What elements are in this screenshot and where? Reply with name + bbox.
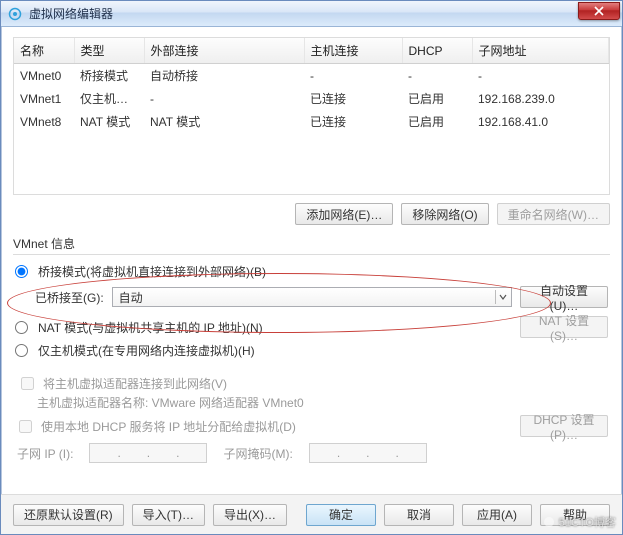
vmnet-info-group: 桥接模式(将虚拟机直接连接到外部网络)(B) 已桥接至(G): 自动 自动设置(… [13,254,610,469]
bridge-mode-radio[interactable] [15,265,28,278]
rename-network-button: 重命名网络(W)… [497,203,610,225]
window-title: 虚拟网络编辑器 [29,5,578,22]
col-host[interactable]: 主机连接 [304,38,402,64]
content-area: 名称 类型 外部连接 主机连接 DHCP 子网地址 VMnet0 桥接模式 自动… [1,27,622,534]
ok-button[interactable]: 确定 [306,504,376,526]
subnet-ip-label: 子网 IP (I): [17,445,73,462]
use-dhcp-checkbox [19,420,32,433]
bridge-to-value: 自动 [119,289,143,306]
nat-mode-radio[interactable] [15,321,28,334]
close-icon [594,6,604,16]
app-icon [7,6,23,22]
dialog-footer: 还原默认设置(R) 导入(T)… 导出(X)… 确定 取消 应用(A) 帮助 [1,494,622,534]
import-button[interactable]: 导入(T)… [132,504,205,526]
bridge-mode-label: 桥接模式(将虚拟机直接连接到外部网络)(B) [38,263,266,280]
watermark-icon [543,516,555,528]
window-close-button[interactable] [578,2,620,20]
network-table[interactable]: 名称 类型 外部连接 主机连接 DHCP 子网地址 VMnet0 桥接模式 自动… [13,37,610,195]
use-dhcp-label: 使用本地 DHCP 服务将 IP 地址分配给虚拟机(D) [41,418,296,435]
cell: 仅主机… [74,87,144,110]
remove-network-button[interactable]: 移除网络(O) [401,203,488,225]
watermark: 51CTO博客 [543,514,616,530]
bridge-to-label: 已桥接至(G): [35,289,104,306]
table-row[interactable]: VMnet8 NAT 模式 NAT 模式 已连接 已启用 192.168.41.… [14,110,609,133]
subnet-row: 子网 IP (I): ... 子网掩码(M): ... [15,437,608,463]
subnet-mask-input: ... [309,443,427,463]
nat-settings-button: NAT 设置(S)… [520,316,608,338]
auto-settings-button[interactable]: 自动设置(U)… [520,286,608,308]
cell: VMnet8 [14,110,74,133]
dialog-window: 虚拟网络编辑器 名称 类型 外部连接 主机连接 DHCP 子网地址 [0,0,623,535]
cell: NAT 模式 [144,110,304,133]
table-toolbar: 添加网络(E)… 移除网络(O) 重命名网络(W)… [13,203,610,225]
table-row[interactable]: VMnet1 仅主机… - 已连接 已启用 192.168.239.0 [14,87,609,110]
cancel-button[interactable]: 取消 [384,504,454,526]
bridge-mode-row: 桥接模式(将虚拟机直接连接到外部网络)(B) [15,259,608,284]
cell: 已连接 [304,110,402,133]
cell: NAT 模式 [74,110,144,133]
nat-mode-label: NAT 模式(与虚拟机共享主机的 IP 地址)(N) [38,319,263,336]
cell: 桥接模式 [74,64,144,88]
bridge-to-select[interactable]: 自动 [112,287,512,307]
subnet-mask-label: 子网掩码(M): [223,445,292,462]
hostonly-mode-radio[interactable] [15,344,28,357]
dhcp-settings-button: DHCP 设置(P)… [520,415,608,437]
cell: VMnet0 [14,64,74,88]
cell: VMnet1 [14,87,74,110]
cell: - [304,64,402,88]
connect-host-adapter-label: 将主机虚拟适配器连接到此网络(V) [43,375,227,392]
export-button[interactable]: 导出(X)… [213,504,287,526]
subnet-ip-input: ... [89,443,207,463]
add-network-button[interactable]: 添加网络(E)… [295,203,393,225]
connect-host-adapter-checkbox [21,377,34,390]
cell: - [472,64,609,88]
host-adapter-name-label: 主机虚拟适配器名称: VMware 网络适配器 VMnet0 [15,394,608,411]
cell: 已启用 [402,87,472,110]
col-dhcp[interactable]: DHCP [402,38,472,64]
table-row[interactable]: VMnet0 桥接模式 自动桥接 - - - [14,64,609,88]
cell: 自动桥接 [144,64,304,88]
cell: 已连接 [304,87,402,110]
col-name[interactable]: 名称 [14,38,74,64]
hostonly-mode-label: 仅主机模式(在专用网络内连接虚拟机)(H) [38,342,255,359]
watermark-text: 51CTO博客 [559,514,616,530]
cell: 192.168.41.0 [472,110,609,133]
col-subnet[interactable]: 子网地址 [472,38,609,64]
chevron-down-icon [495,290,509,304]
col-type[interactable]: 类型 [74,38,144,64]
restore-defaults-button[interactable]: 还原默认设置(R) [13,504,124,526]
cell: 已启用 [402,110,472,133]
cell: 192.168.239.0 [472,87,609,110]
apply-button[interactable]: 应用(A) [462,504,532,526]
vmnet-info-title: VMnet 信息 [13,235,610,252]
title-bar: 虚拟网络编辑器 [1,1,622,27]
col-external[interactable]: 外部连接 [144,38,304,64]
cell: - [402,64,472,88]
cell: - [144,87,304,110]
